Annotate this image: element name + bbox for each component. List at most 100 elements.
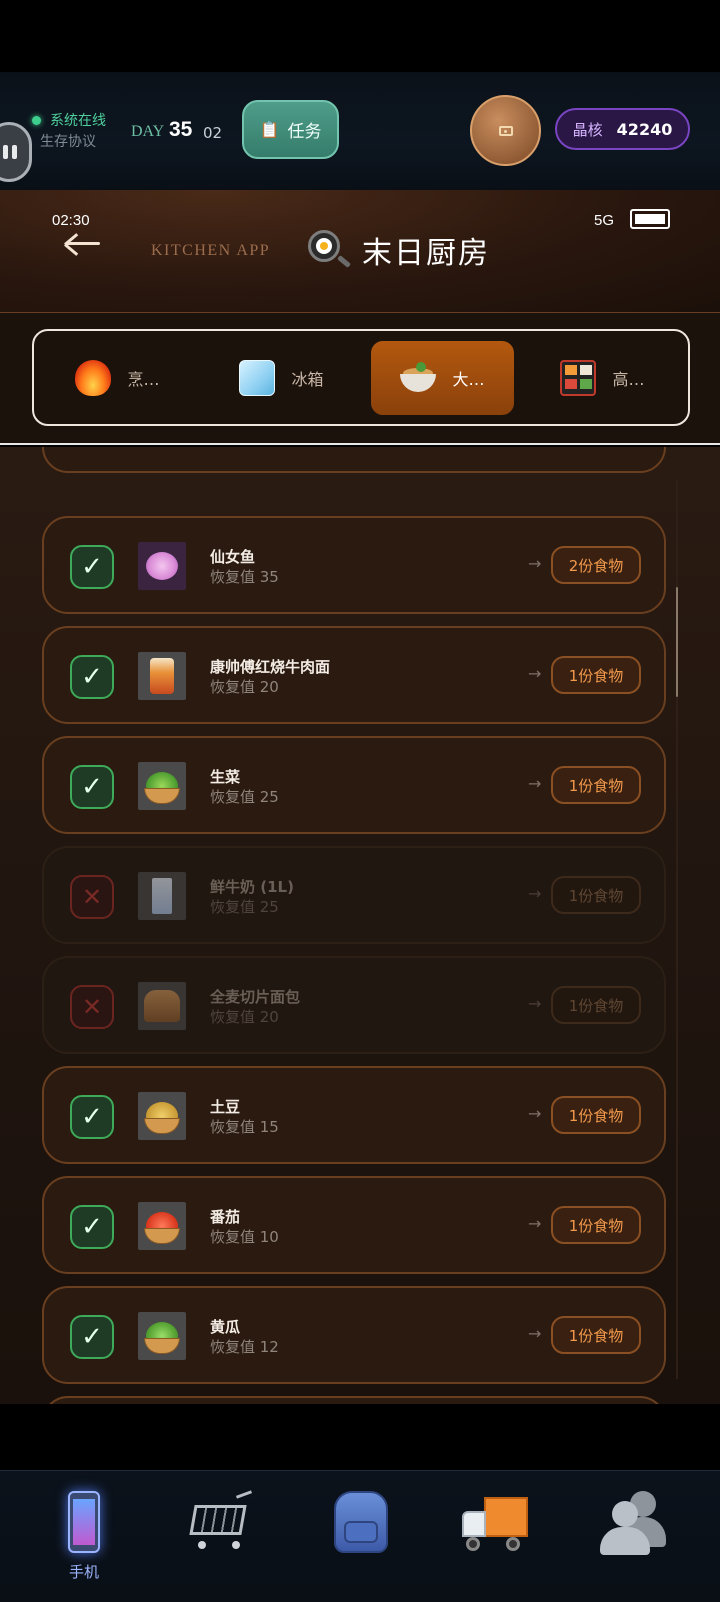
item-recovery: 恢复值 20	[210, 1008, 279, 1026]
check-icon[interactable]: ✓	[70, 655, 114, 699]
item-name: 鲜牛奶 (1L)	[210, 878, 294, 896]
scrollbar-thumb[interactable]	[676, 587, 678, 697]
arrow-right-icon: →	[528, 884, 542, 903]
fire-icon	[75, 360, 112, 396]
milk-carton-icon	[138, 872, 186, 920]
battery-icon	[630, 209, 670, 229]
arrow-right-icon: →	[528, 774, 542, 793]
list-item[interactable]: ✓ 黄瓜 恢复值 12 → 1份食物	[42, 1286, 666, 1384]
cross-icon: ✕	[70, 875, 114, 919]
lettuce-basket-icon	[138, 762, 186, 810]
item-name: 康帅傅红烧牛肉面	[210, 658, 331, 676]
tab-label: 大…	[452, 370, 485, 389]
list-item[interactable]: ✕ 全麦切片面包 恢复值 20 → 1份食物	[42, 956, 666, 1054]
phone-icon	[68, 1491, 100, 1553]
nav-phone-label: 手机	[68, 1563, 99, 1581]
arrow-right-icon: →	[528, 664, 542, 683]
ice-cube-icon	[239, 360, 276, 396]
check-icon[interactable]: ✓	[70, 1205, 114, 1249]
day-label: DAY	[131, 123, 165, 140]
tab-section: 烹… 冰箱 大… 高…	[0, 313, 720, 445]
check-icon[interactable]: ✓	[70, 765, 114, 809]
tab-big[interactable]: 大…	[371, 341, 514, 415]
status-time: 02:30	[52, 212, 90, 229]
check-icon[interactable]: ✓	[70, 1315, 114, 1359]
top-black-bar	[0, 0, 720, 72]
pause-button[interactable]	[0, 122, 32, 182]
nav-delivery[interactable]	[456, 1483, 536, 1583]
item-recovery: 恢复值 25	[210, 898, 279, 916]
item-recovery: 恢复值 12	[210, 1338, 279, 1356]
item-name: 番茄	[210, 1208, 241, 1226]
list-item[interactable]: ✓ 仙女鱼 恢复值 35 → 2份食物	[42, 516, 666, 614]
day-number: 35	[169, 118, 193, 141]
tab-label: 烹…	[127, 370, 160, 389]
task-label: 任务	[287, 122, 322, 142]
protocol-text: 生存协议	[40, 134, 96, 150]
tab-cook[interactable]: 烹…	[46, 341, 189, 415]
crystal-label: 晶核	[572, 120, 603, 139]
back-arrow-icon[interactable]	[62, 228, 102, 258]
cross-icon: ✕	[70, 985, 114, 1029]
app-header: 02:30 5G KITCHEN APP 末日厨房	[0, 190, 720, 313]
food-list[interactable]: ✓ 仙女鱼 恢复值 35 → 2份食物 ✓ 康帅傅红烧牛肉面 恢复值 20 → …	[0, 447, 720, 1404]
tab-label: 高…	[612, 370, 645, 389]
check-icon[interactable]: ✓	[70, 545, 114, 589]
arrow-right-icon: →	[528, 1324, 542, 1343]
app-subtitle: KITCHEN APP	[151, 242, 271, 259]
fairy-fish-icon	[138, 542, 186, 590]
tab-bar: 烹… 冰箱 大… 高…	[32, 329, 690, 426]
nav-backpack[interactable]	[320, 1483, 400, 1583]
crystal-value: 42240	[616, 119, 673, 139]
portion-button[interactable]: 1份食物	[551, 1316, 641, 1354]
list-item[interactable]	[42, 447, 666, 473]
arrow-right-icon: →	[528, 554, 542, 573]
portion-button[interactable]: 1份食物	[551, 656, 641, 694]
clipboard-icon: 📋	[259, 120, 280, 139]
arrow-right-icon: →	[528, 1214, 542, 1233]
tab-fridge[interactable]: 冰箱	[210, 341, 353, 415]
item-name: 仙女鱼	[210, 548, 256, 566]
status-signal: 5G	[594, 212, 615, 229]
frying-pan-icon	[308, 230, 351, 268]
item-name: 全麦切片面包	[210, 988, 301, 1006]
portion-button[interactable]: 1份食物	[551, 766, 641, 804]
list-item[interactable]: ✓ 康帅傅红烧牛肉面 恢复值 20 → 1份食物	[42, 626, 666, 724]
tab-label: 冰箱	[291, 370, 324, 389]
check-icon[interactable]: ✓	[70, 1095, 114, 1139]
day-sub-number: 02	[203, 124, 223, 142]
bento-box-icon	[560, 360, 597, 396]
list-item[interactable]: ✓ 土豆 恢复值 15 → 1份食物	[42, 1066, 666, 1164]
item-recovery: 恢复值 10	[210, 1228, 279, 1246]
portion-button[interactable]: 1份食物	[551, 1096, 641, 1134]
bread-icon	[138, 982, 186, 1030]
radio-button[interactable]	[470, 95, 541, 166]
item-recovery: 恢复值 15	[210, 1118, 279, 1136]
nav-phone[interactable]: 手机	[44, 1483, 124, 1583]
task-button[interactable]: 📋 任务	[242, 100, 339, 159]
nav-shop[interactable]	[180, 1483, 260, 1583]
bottom-nav: 手机	[0, 1470, 720, 1602]
portion-button[interactable]: 2份食物	[551, 546, 641, 584]
list-item[interactable]: ✕ 鲜牛奶 (1L) 恢复值 25 → 1份食物	[42, 846, 666, 944]
arrow-right-icon: →	[528, 994, 542, 1013]
list-item[interactable]: ✓ 番茄 恢复值 10 → 1份食物	[42, 1176, 666, 1274]
system-online-text: 系统在线	[50, 113, 106, 129]
tab-advanced[interactable]: 高…	[531, 341, 674, 415]
arrow-right-icon: →	[528, 1104, 542, 1123]
item-recovery: 恢复值 20	[210, 678, 279, 696]
online-status-dot	[32, 116, 41, 125]
instant-noodle-icon	[138, 652, 186, 700]
crystal-balance[interactable]: 晶核 42240	[555, 108, 690, 150]
portion-button[interactable]: 1份食物	[551, 1206, 641, 1244]
tomato-basket-icon	[138, 1202, 186, 1250]
cucumber-basket-icon	[138, 1312, 186, 1360]
item-recovery: 恢复值 35	[210, 568, 279, 586]
soup-bowl-icon	[400, 360, 437, 396]
list-item[interactable]	[42, 1396, 666, 1404]
item-name: 黄瓜	[210, 1318, 241, 1336]
nav-contacts[interactable]	[594, 1483, 674, 1583]
list-item[interactable]: ✓ 生菜 恢复值 25 → 1份食物	[42, 736, 666, 834]
portion-button: 1份食物	[551, 876, 641, 914]
black-gap	[0, 1404, 720, 1470]
